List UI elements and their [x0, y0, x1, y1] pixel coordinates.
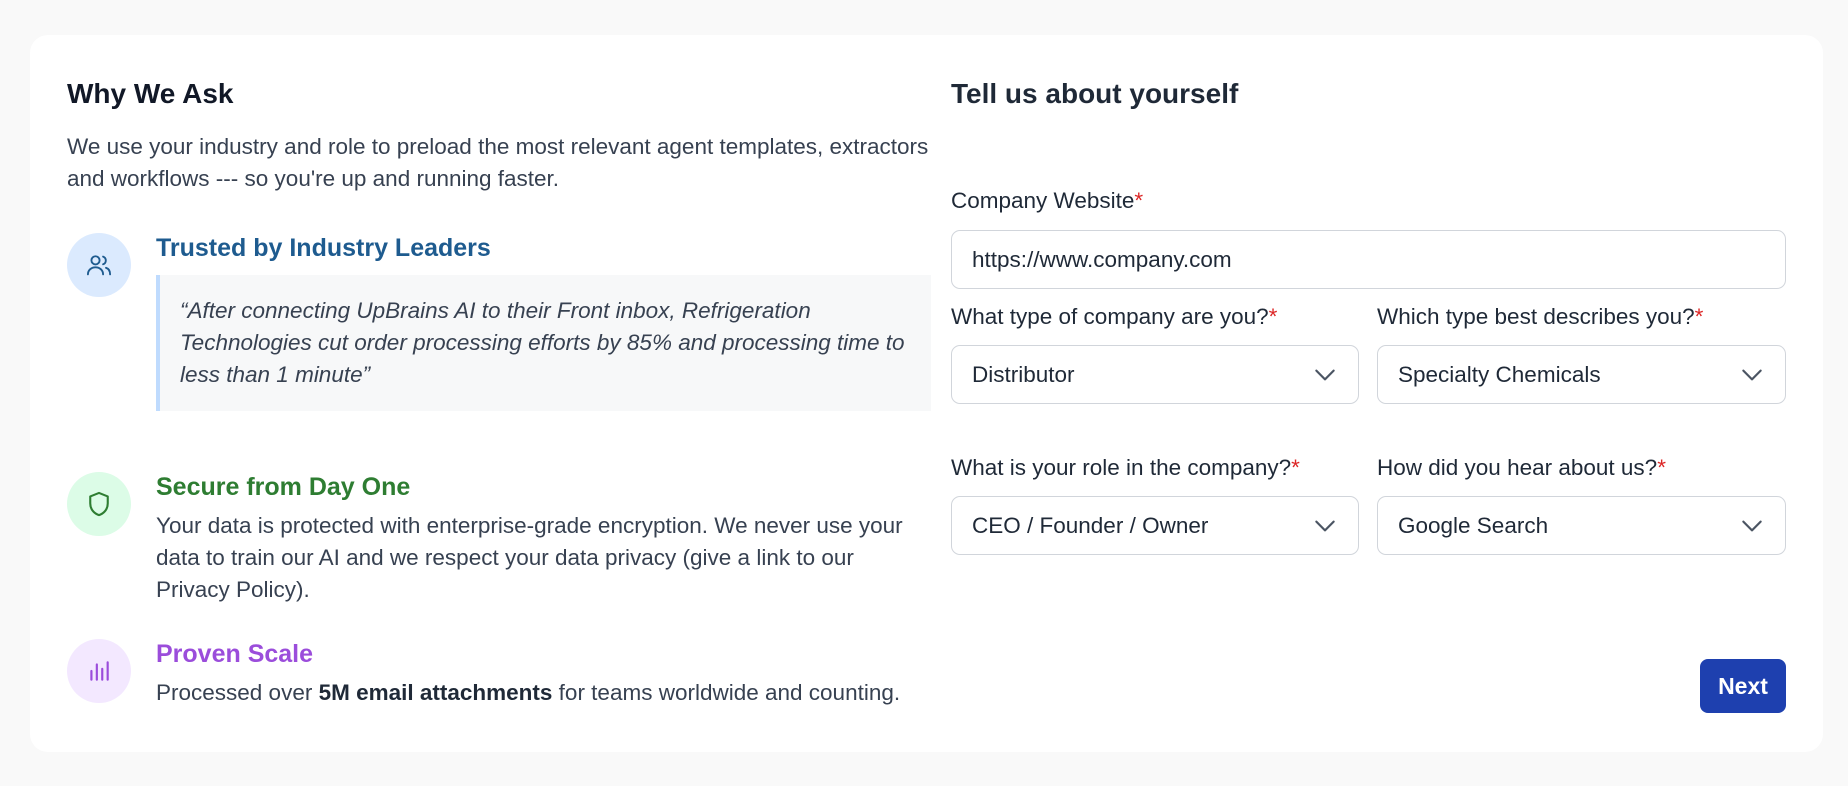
feature-scale-title: Proven Scale	[156, 640, 314, 668]
form-heading: Tell us about yourself	[951, 78, 1239, 109]
bar-chart-icon	[67, 639, 131, 703]
heard-about-label-text: How did you hear about us?	[1377, 455, 1658, 480]
company-website-input[interactable]: https://www.company.com	[951, 230, 1786, 289]
required-mark: *	[1268, 304, 1278, 329]
describes-label: Which type best describes you?*	[1377, 302, 1703, 332]
users-icon	[67, 233, 131, 297]
describes-select[interactable]: Specialty Chemicals	[1377, 345, 1786, 404]
scale-text-after: for teams worldwide and counting.	[552, 680, 901, 705]
role-value: CEO / Founder / Owner	[972, 512, 1209, 538]
role-select[interactable]: CEO / Founder / Owner	[951, 496, 1359, 555]
next-button[interactable]: Next	[1700, 659, 1786, 713]
describes-label-text: Which type best describes you?	[1377, 304, 1695, 329]
chevron-down-icon	[1315, 369, 1335, 380]
describes-value: Specialty Chemicals	[1398, 361, 1601, 387]
role-label: What is your role in the company?*	[951, 453, 1300, 483]
heard-about-select[interactable]: Google Search	[1377, 496, 1786, 555]
company-website-label: Company Website*	[951, 186, 1143, 216]
feature-secure-text: Your data is protected with enterprise-g…	[156, 513, 903, 602]
required-mark: *	[1134, 188, 1144, 213]
feature-secure-title: Secure from Day One	[156, 473, 411, 501]
why-we-ask-heading: Why We Ask	[67, 78, 234, 109]
chevron-down-icon	[1742, 369, 1762, 380]
company-website-value: https://www.company.com	[972, 246, 1232, 272]
role-label-text: What is your role in the company?	[951, 455, 1292, 480]
company-type-label-text: What type of company are you?	[951, 304, 1269, 329]
shield-icon	[67, 472, 131, 536]
required-mark: *	[1657, 455, 1666, 480]
why-we-ask-intro: We use your industry and role to preload…	[67, 134, 929, 191]
chevron-down-icon	[1315, 520, 1335, 531]
heard-about-label: How did you hear about us?*	[1377, 453, 1666, 483]
company-type-label: What type of company are you?*	[951, 302, 1277, 332]
scale-text-bold: 5M email attachments	[318, 680, 553, 705]
required-mark: *	[1291, 455, 1300, 480]
company-website-label-text: Company Website	[951, 188, 1135, 213]
required-mark: *	[1694, 304, 1704, 329]
company-type-value: Distributor	[972, 361, 1075, 387]
company-type-select[interactable]: Distributor	[951, 345, 1359, 404]
chevron-down-icon	[1742, 520, 1762, 531]
testimonial-quote: “After connecting UpBrains AI to their F…	[156, 275, 931, 411]
feature-scale-text: Processed over 5M email attachments for …	[156, 677, 931, 709]
scale-text-before: Processed over	[156, 680, 319, 705]
onboarding-card: Why We Ask We use your industry and role…	[30, 35, 1823, 752]
heard-about-value: Google Search	[1398, 512, 1549, 538]
feature-trusted-title: Trusted by Industry Leaders	[156, 234, 491, 262]
